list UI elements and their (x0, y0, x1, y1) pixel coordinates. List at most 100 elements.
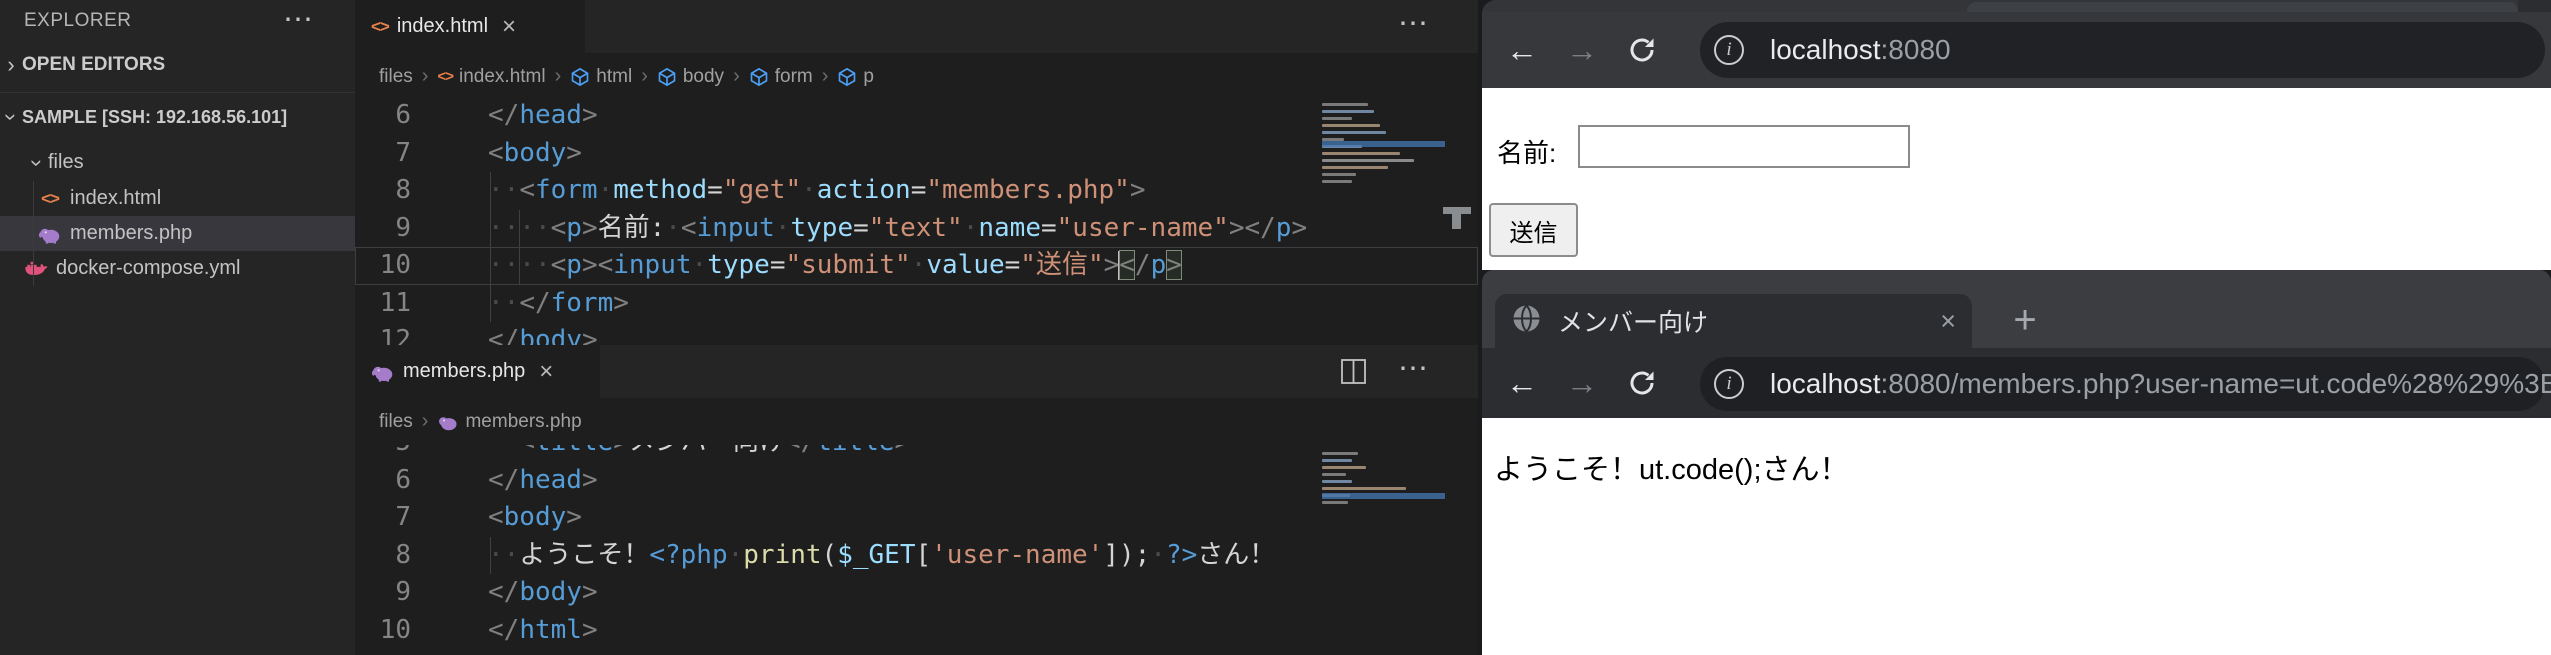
minimap-line (1322, 159, 1414, 162)
section-divider (0, 92, 355, 93)
minimap[interactable] (1322, 452, 1445, 508)
minimap-line (1322, 152, 1400, 155)
breadcrumb-label: body (683, 66, 724, 88)
code-text: ··</form> (437, 285, 629, 323)
breadcrumb-item[interactable]: html (570, 66, 632, 88)
minimap-line (1322, 124, 1380, 127)
breadcrumb-separator-icon: › (422, 65, 429, 88)
indent-guide (490, 172, 491, 322)
breadcrumb-label: p (863, 66, 874, 88)
code-text: </head> (437, 462, 598, 500)
sidebar-item-members-php[interactable]: members.php (0, 216, 393, 251)
tab-members-php[interactable]: members.php × (355, 345, 600, 398)
editor-group-members-php: members.php × ⋯ files › members.php 5··<ti… (355, 345, 1478, 655)
line-number: 7 (355, 135, 437, 173)
code-line[interactable]: 9</body> (355, 574, 1478, 612)
tab-members[interactable]: メンバー向け × (1495, 294, 1972, 348)
minimap-line (1322, 473, 1346, 476)
screenshot-root: EXPLORER ⋯ › OPEN EDITORS › SAMPLE [SSH:… (0, 0, 2551, 655)
code-line[interactable]: 6</head> (355, 100, 1478, 135)
split-editor-icon[interactable] (1340, 358, 1367, 390)
indent-guide (519, 210, 520, 285)
symbol-cube-icon (657, 67, 677, 87)
editor-more-actions-icon[interactable]: ⋯ (1398, 6, 1428, 41)
code-editor-index-html[interactable]: 6</head>7<body>8··<form·method="get"·act… (355, 100, 1478, 345)
minimap-line (1322, 452, 1358, 455)
minimap-line (1322, 103, 1368, 106)
code-editor-members-php[interactable]: 5··<title>メンバー向け</title>6</head>7<body>8… (355, 445, 1478, 655)
line-number: 11 (355, 285, 437, 323)
line-number: 8 (355, 172, 437, 210)
minimap-line (1322, 117, 1352, 120)
submit-button[interactable]: 送信 (1489, 203, 1578, 257)
workspace-section[interactable]: › SAMPLE [SSH: 192.168.56.101] (0, 96, 355, 138)
new-tab-icon[interactable]: + (2003, 298, 2047, 342)
forward-icon[interactable]: → (1562, 365, 1602, 402)
breadcrumb-label: form (775, 66, 813, 88)
breadcrumb-label: files (379, 66, 413, 88)
code-line[interactable]: 8··<form·method="get"·action="members.ph… (355, 172, 1478, 210)
address-bar[interactable]: i localhost:8080/members.php?user-name=u… (1700, 357, 2545, 411)
php-file-icon (437, 411, 459, 433)
code-line[interactable]: 5··<title>メンバー向け</title> (355, 445, 1478, 462)
breadcrumb-item[interactable]: members.php (437, 411, 581, 433)
line-number: 12 (355, 322, 437, 345)
tab-bar: <> index.html × ⋯ (355, 0, 1478, 53)
minimap[interactable] (1322, 103, 1445, 187)
tab-index-html[interactable]: <> index.html × (355, 0, 585, 53)
code-line[interactable]: 12</body> (355, 322, 1478, 345)
tab-title: メンバー向け (1558, 303, 1940, 339)
open-editors-section[interactable]: › OPEN EDITORS (0, 46, 355, 84)
code-line[interactable]: 9····<p>名前:·<input·type="text"·name="use… (355, 210, 1478, 248)
reload-icon[interactable] (1622, 367, 1662, 399)
site-info-icon[interactable]: i (1714, 369, 1744, 399)
line-number: 6 (355, 100, 437, 135)
open-editors-label: OPEN EDITORS (22, 54, 165, 76)
breadcrumb-separator-icon: › (422, 410, 429, 433)
code-line[interactable]: 8··ようこそ！<?php·print($_GET['user-name']);… (355, 537, 1478, 575)
breadcrumb-item[interactable]: <>index.html (437, 66, 545, 88)
tab-label: members.php (403, 360, 525, 383)
sidebar-item-docker-compose[interactable]: docker-compose.yml (0, 251, 379, 286)
site-info-icon[interactable]: i (1714, 35, 1744, 65)
breadcrumb-item[interactable]: form (749, 66, 813, 88)
html-file-icon: <> (371, 17, 389, 37)
address-bar[interactable]: i localhost:8080 (1700, 22, 2545, 78)
editor-more-actions-icon[interactable]: ⋯ (1398, 351, 1428, 386)
sidebar-item-files-folder[interactable]: › files (0, 145, 381, 180)
tab-label: index.html (397, 15, 488, 38)
close-icon[interactable]: × (539, 360, 553, 384)
folder-label: files (48, 151, 84, 174)
tab-strip: メンバー向け × + (1482, 270, 2551, 348)
user-name-input[interactable] (1578, 125, 1910, 168)
code-line[interactable]: 7<body> (355, 499, 1478, 537)
breadcrumb-separator-icon: › (641, 65, 648, 88)
tab-bar: members.php × ⋯ (355, 345, 1478, 398)
back-icon[interactable]: ← (1502, 32, 1542, 69)
breadcrumb-item[interactable]: p (837, 66, 874, 88)
code-line[interactable]: 7<body> (355, 135, 1478, 173)
close-icon[interactable]: × (1940, 306, 1956, 337)
code-line[interactable]: 11··</form> (355, 285, 1478, 323)
sidebar-item-index-html[interactable]: <> index.html (0, 181, 393, 216)
breadcrumb: files › members.php (355, 398, 1478, 445)
back-icon[interactable]: ← (1502, 365, 1542, 402)
breadcrumb-item[interactable]: files (379, 411, 413, 433)
code-text: ··<form·method="get"·action="members.php… (437, 172, 1146, 210)
line-number: 10 (355, 612, 437, 650)
code-line[interactable]: 10</html> (355, 612, 1478, 650)
code-line[interactable]: 6</head> (355, 462, 1478, 500)
breadcrumb-item[interactable]: body (657, 66, 724, 88)
code-text: ··ようこそ！<?php·print($_GET['user-name']);·… (437, 537, 1275, 575)
explorer-more-actions-icon[interactable]: ⋯ (283, 2, 313, 37)
file-label: index.html (70, 187, 161, 210)
breadcrumb-label: html (596, 66, 632, 88)
breadcrumb-item[interactable]: files (379, 66, 413, 88)
forward-icon[interactable]: → (1562, 32, 1602, 69)
close-icon[interactable]: × (502, 15, 516, 39)
symbol-cube-icon (749, 67, 769, 87)
breadcrumb: files›<>index.html›html›body›form›p (355, 53, 1478, 100)
browser-window-members: メンバー向け × + ← → i localhost:8080/members.… (1482, 270, 2551, 655)
reload-icon[interactable] (1622, 34, 1662, 66)
code-line[interactable]: 10····<p><input·type="submit"·value="送信"… (355, 247, 1478, 285)
